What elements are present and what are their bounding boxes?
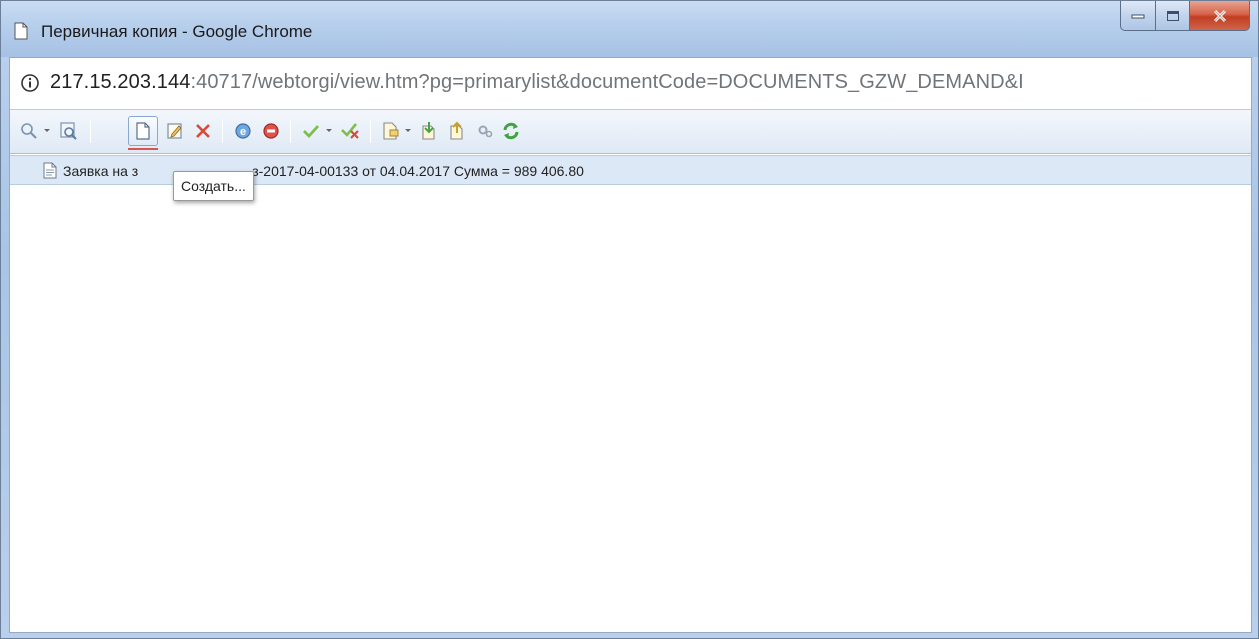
dropdown-arrow-icon[interactable] xyxy=(43,128,51,134)
toolbar-separator xyxy=(370,119,371,143)
url-host: 217.15.203.144 xyxy=(50,71,191,93)
svg-text:e: e xyxy=(240,126,246,138)
ie-icon[interactable]: e xyxy=(232,120,254,142)
toolbar-separator xyxy=(290,119,291,143)
delete-icon[interactable] xyxy=(192,120,214,142)
window-title: Первичная копия - Google Chrome xyxy=(41,22,313,41)
title-bar[interactable]: Первичная копия - Google Chrome xyxy=(1,1,1258,57)
browser-content: 217.15.203.144:40717/webtorgi/view.htm?p… xyxy=(9,57,1252,633)
minimize-button[interactable] xyxy=(1120,1,1156,31)
maximize-icon xyxy=(1166,10,1179,21)
page-icon xyxy=(14,22,28,40)
active-indicator xyxy=(128,148,158,150)
search-icon[interactable] xyxy=(18,120,40,142)
window-controls xyxy=(1120,1,1250,31)
toolbar-separator xyxy=(222,119,223,143)
checkmark-icon[interactable] xyxy=(300,120,322,142)
close-button[interactable] xyxy=(1190,1,1250,31)
import-icon[interactable] xyxy=(418,120,440,142)
filter-search-icon[interactable] xyxy=(58,120,80,142)
address-bar[interactable]: 217.15.203.144:40717/webtorgi/view.htm?p… xyxy=(10,58,1251,110)
minimize-icon xyxy=(1131,14,1145,18)
stop-icon[interactable] xyxy=(260,120,282,142)
dropdown-arrow-icon[interactable] xyxy=(325,128,333,134)
list-item-text-left: Заявка на з xyxy=(63,163,139,179)
settings-icon[interactable] xyxy=(474,120,496,142)
edit-icon[interactable] xyxy=(164,120,186,142)
toolbar: e xyxy=(10,110,1251,154)
export-icon[interactable] xyxy=(446,120,468,142)
url-path: :40717/webtorgi/view.htm?pg=primarylist&… xyxy=(190,71,1024,93)
toolbar-separator xyxy=(90,119,91,143)
maximize-button[interactable] xyxy=(1156,1,1190,31)
info-icon[interactable] xyxy=(20,73,40,93)
refresh-icon[interactable] xyxy=(500,120,522,142)
dropdown-arrow-icon[interactable] xyxy=(404,128,412,134)
document-action-icon[interactable] xyxy=(380,120,402,142)
close-icon xyxy=(1213,9,1226,22)
list-item-text-right: з-2017-04-00133 от 04.04.2017 Сумма = 98… xyxy=(252,163,584,179)
browser-window: Первичная копия - Google Chrome 217.15.2… xyxy=(0,0,1259,639)
document-icon xyxy=(43,162,57,179)
uncheck-icon[interactable] xyxy=(340,120,362,142)
url-text[interactable]: 217.15.203.144:40717/webtorgi/view.htm?p… xyxy=(50,71,1024,94)
tooltip: Создать... xyxy=(173,171,254,201)
new-document-icon[interactable] xyxy=(132,120,154,142)
list-item-text: Заявка на з з-2017-04-00133 от 04.04.2017… xyxy=(63,163,584,179)
